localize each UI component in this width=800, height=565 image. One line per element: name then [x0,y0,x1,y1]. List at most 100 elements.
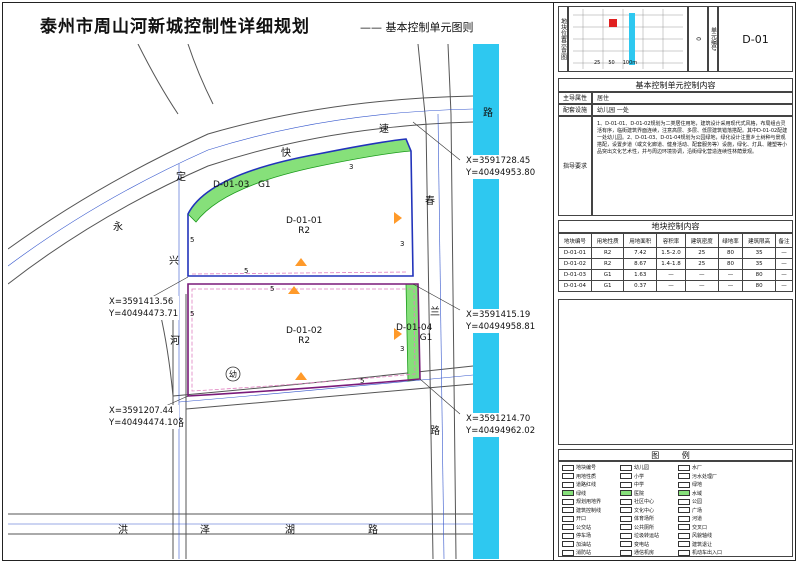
coord-point-3: X=3591415.19 Y=40494958.81 [465,309,537,333]
legend-swatch [620,532,632,539]
legend-swatch [678,490,690,496]
legend-label: 水厂 [692,465,703,471]
legend-label: 建筑退让 [692,541,713,548]
road-label-bottom-4: 路 [368,525,378,536]
coord-point-1: X=3591728.45 Y=40494953.80 [465,155,537,179]
legend-swatch [562,473,574,479]
cell: 35 [742,247,776,259]
legend-swatch [678,524,690,530]
cell: — [774,247,794,259]
legend-label: 广场 [692,507,703,514]
legend-item: 消防站 [562,549,591,556]
legend-item: 公园 [678,498,702,505]
legend-item: 建筑退让 [678,541,712,548]
legend-swatch [620,464,632,471]
legend-item: 广场 [678,507,702,514]
legend-swatch [562,481,574,488]
location-label: 地块位置示意图 [558,6,568,72]
cell: 1.4-1.8 [656,258,686,270]
legend-swatch [620,473,632,479]
cell: 80 [717,247,744,259]
cell: 80 [717,258,744,270]
legend-swatch [562,490,574,496]
cell: — [717,280,744,292]
legend-swatch [620,507,632,513]
th: 建筑限高 [742,233,776,248]
legend-swatch [562,498,574,505]
legend-label: 污水处理厂 [692,473,718,480]
road-label-top-2: 速 [379,124,389,135]
legend-item: 水域 [678,490,702,497]
legend-label: 绿地 [692,482,703,488]
cell: 8.67 [623,258,657,270]
cell: 1.63 [623,269,657,281]
legend-item: 污水处理厂 [678,473,717,480]
legend-label: 用地性质 [576,473,597,480]
main-attr-value: 居住 [592,92,793,104]
cell: 80 [742,269,776,281]
legend-swatch [562,532,574,539]
legend-label: 小学 [634,473,645,480]
legend-swatch [678,464,690,471]
legend-item: 河道 [678,515,702,522]
legend-label: 交叉口 [692,524,708,531]
legend-label: 河道 [692,516,703,522]
legend-label: 地块编号 [576,465,597,471]
th: 容积率 [656,233,686,248]
legend-swatch [562,541,574,547]
legend-swatch [562,515,574,522]
legend-item: 变电站 [620,541,649,548]
cell: — [774,258,794,270]
legend-item: 开口 [562,515,586,522]
plan-subtitle: —— 基本控制单元图则 [360,21,474,34]
legend-label: 中学 [634,482,645,488]
plan-map[interactable] [8,44,553,559]
legend-label: 公园 [692,499,703,505]
parcel-table-heading: 地块控制内容 [558,220,793,233]
legend-swatch [678,532,690,539]
legend-item: 建筑控制线 [562,507,601,514]
road-label-bottom-3: 湖 [285,525,295,536]
legend-item: 停车场 [562,532,591,539]
plan-title: 泰州市周山河新城控制性详细规划 [40,17,310,37]
cell: D-01-04 [558,280,592,292]
setback-3: 3 [400,240,405,248]
cell: D-01-01 [558,247,592,259]
cell: 0.37 [623,280,657,292]
legend-label: 变电站 [634,541,650,548]
guidance-text: 1、D-01-01、D-01-02规划为二类居住用地，建筑设计采用现代式风格，布… [592,116,793,216]
legend-item: 体育场所 [620,515,654,522]
road-label-top-5: 永 [113,222,123,233]
legend-label: 公共厕所 [634,524,655,531]
legend-swatch [620,549,632,556]
table-row: D-01-02 R2 8.67 1.4-1.8 25 80 35— [558,258,794,270]
main-attr-label: 主导属性 [558,92,592,104]
legend-swatch [678,549,690,556]
cell: 80 [742,280,776,292]
legend-label: 风貌轴线 [692,533,713,539]
legend-item: 小学 [620,473,644,480]
cell: 25 [685,247,719,259]
cell: 25 [685,258,719,270]
road-label-bottom-2: 泽 [200,525,210,536]
setback-4: 5 [244,267,249,275]
legend-swatch [562,464,574,471]
legend-label: 消防站 [576,550,592,556]
legend-swatch [562,507,574,513]
table-blank-area [558,299,793,445]
legend-box: 地块编号 用地性质 道路红线 绿线 规划用地界 建筑控制线 开口 公交站 停车场 加油站 消防站 幼儿… [558,461,793,557]
legend-swatch [620,524,632,530]
cell: G1 [590,280,625,292]
legend-label: 水域 [692,490,703,497]
road-label-bottom-1: 洪 [118,525,128,536]
legend-swatch [562,549,574,556]
legend-swatch [678,498,690,505]
legend-swatch [620,541,632,547]
cell: — [685,280,719,292]
legend-swatch [678,473,690,479]
legend-item: 通信机房 [620,549,654,556]
legend-item: 文化中心 [620,507,654,514]
guidance-label: 指导要求 [558,116,592,216]
legend-heading: 图 例 [558,449,793,461]
legend-item: 公交站 [562,524,591,531]
